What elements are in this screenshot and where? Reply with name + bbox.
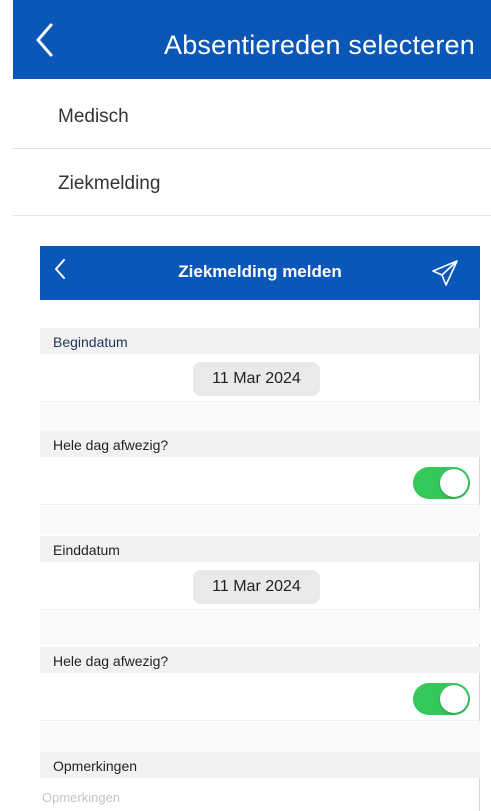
start-date-row: 11 Mar 2024 — [40, 354, 480, 402]
panel-title: Ziekmelding melden — [178, 262, 342, 281]
start-date-label: Begindatum — [53, 334, 128, 350]
spacer — [40, 403, 480, 431]
paper-plane-icon[interactable] — [430, 258, 460, 288]
all-day-label-2: Hele dag afwezig? — [53, 653, 169, 669]
all-day-toggle-2[interactable] — [413, 683, 470, 715]
back-chevron-icon[interactable] — [35, 22, 55, 58]
start-date-section-label: Begindatum — [40, 328, 480, 354]
panel-header: Ziekmelding melden — [40, 246, 480, 300]
all-day-row-1 — [40, 457, 480, 505]
all-day-section-label-2: Hele dag afwezig? — [40, 647, 480, 673]
end-date-section-label: Einddatum — [40, 536, 480, 562]
toggle-knob — [440, 685, 468, 713]
spacer — [40, 722, 480, 752]
all-day-row-2 — [40, 673, 480, 721]
sick-report-panel: Ziekmelding melden Begindatum 11 Mar 202… — [40, 246, 480, 811]
end-date-picker[interactable]: 11 Mar 2024 — [193, 570, 320, 604]
spacer — [40, 506, 480, 534]
page-title: Absentiereden selecteren — [163, 30, 475, 60]
top-header: Absentiereden selecteren — [13, 0, 491, 79]
all-day-toggle-1[interactable] — [413, 467, 470, 499]
remarks-section-label: Opmerkingen — [40, 752, 480, 778]
toggle-knob — [440, 469, 468, 497]
end-date-row: 11 Mar 2024 — [40, 562, 480, 610]
end-date-label: Einddatum — [53, 542, 120, 558]
list-item-label: Ziekmelding — [58, 173, 161, 194]
remarks-input[interactable] — [40, 784, 480, 811]
all-day-label-1: Hele dag afwezig? — [53, 437, 169, 453]
list-item-medisch[interactable]: Medisch — [13, 82, 491, 149]
list-item-ziekmelding[interactable]: Ziekmelding — [13, 149, 491, 216]
remarks-label: Opmerkingen — [53, 758, 138, 774]
list-item-label: Medisch — [58, 106, 129, 127]
start-date-picker[interactable]: 11 Mar 2024 — [193, 362, 320, 396]
spacer — [40, 611, 480, 644]
all-day-section-label-1: Hele dag afwezig? — [40, 431, 480, 457]
